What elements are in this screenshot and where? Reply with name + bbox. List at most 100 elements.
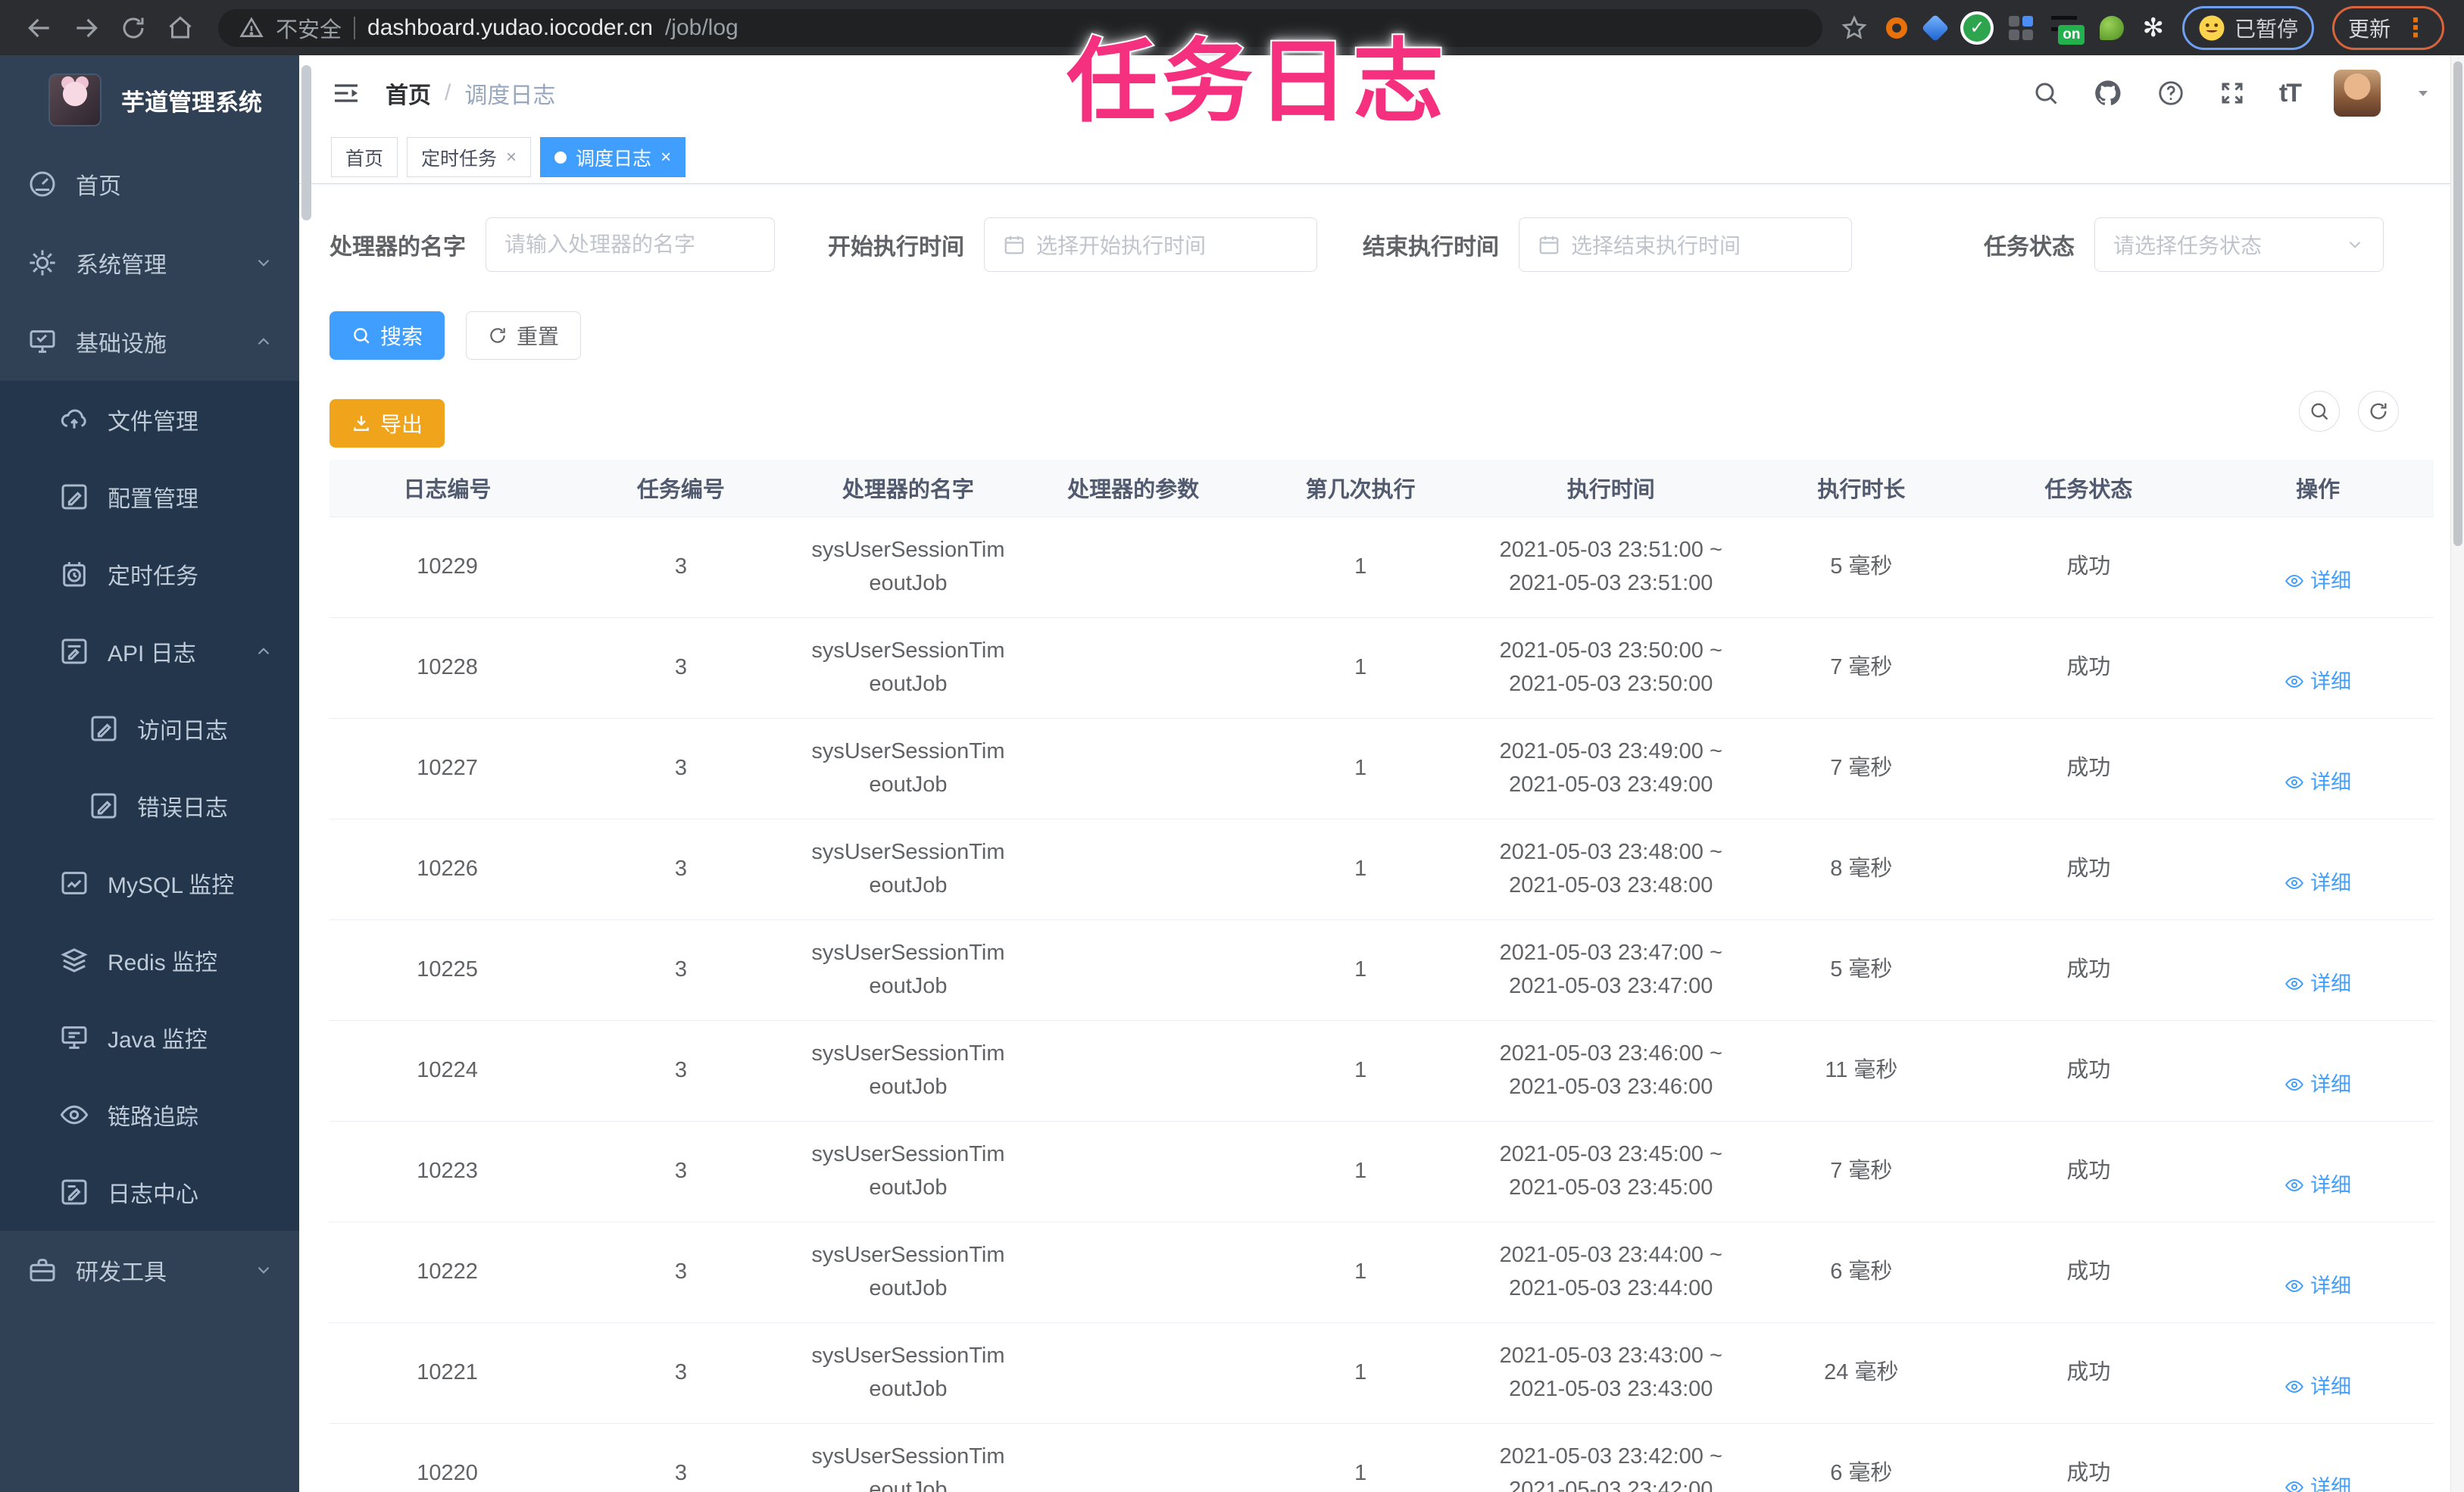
fullscreen-icon[interactable] (2219, 80, 2246, 107)
export-button[interactable]: 导出 (329, 399, 445, 448)
table-toolbar: 导出 (329, 399, 2434, 448)
extension-orange-icon[interactable] (1886, 17, 1908, 39)
cell-job-id: 3 (565, 1322, 797, 1424)
cell-count: 1 (1247, 517, 1475, 618)
extension-grid-icon[interactable] (2009, 15, 2034, 40)
select-placeholder: 请选择任务状态 (2113, 234, 2263, 258)
col-status: 任务状态 (1975, 460, 2203, 517)
sidebar-item-label: 访问日志 (137, 719, 228, 744)
cell-time: 2021-05-03 23:45:00 ~ 2021-05-03 23:45:0… (1474, 1121, 1748, 1222)
sidebar-item-api-log[interactable]: API 日志 (0, 613, 299, 690)
cell-status: 成功 (1975, 1423, 2203, 1492)
reload-icon[interactable] (114, 8, 153, 48)
not-secure-warning-icon (239, 16, 264, 40)
caret-down-icon[interactable] (2414, 84, 2432, 102)
back-icon[interactable] (20, 8, 59, 48)
cell-param (1020, 819, 1248, 920)
search-icon[interactable] (2032, 80, 2060, 107)
extension-on-icon[interactable]: on (2051, 14, 2085, 45)
handler-name-field[interactable] (504, 233, 756, 257)
detail-link[interactable]: 详细 (2284, 666, 2351, 698)
extension-gem-icon[interactable] (1922, 14, 1950, 42)
search-button[interactable]: 搜索 (329, 311, 445, 360)
calendar-icon (1538, 233, 1560, 256)
detail-link[interactable]: 详细 (2284, 566, 2351, 597)
tab-job-log[interactable]: 调度日志 × (540, 137, 686, 177)
cell-handler: sysUserSessionTim eoutJob (796, 919, 1020, 1021)
layers-icon (59, 945, 89, 975)
detail-link[interactable]: 详细 (2284, 1271, 2351, 1302)
handler-name-input[interactable] (486, 217, 775, 272)
show-search-toggle-button[interactable] (2299, 391, 2340, 432)
home-icon[interactable] (161, 8, 200, 48)
sidebar-item-mysql[interactable]: MySQL 监控 (0, 844, 299, 922)
detail-link[interactable]: 详细 (2284, 868, 2351, 899)
sidebar-item-java[interactable]: Java 监控 (0, 999, 299, 1076)
sidebar-item-job[interactable]: 定时任务 (0, 535, 299, 613)
begin-time-picker[interactable]: 选择开始执行时间 (984, 217, 1317, 272)
chevron-down-icon (254, 1260, 273, 1280)
user-avatar[interactable] (2334, 70, 2381, 117)
extension-check-icon[interactable]: ✓ (1963, 14, 1991, 42)
sidebar-item-log-center[interactable]: 日志中心 (0, 1153, 299, 1231)
toolbox-icon (27, 1255, 58, 1285)
sidebar-scrollbar-thumb[interactable] (301, 65, 311, 220)
detail-link[interactable]: 详细 (2284, 1170, 2351, 1201)
cell-handler: sysUserSessionTim eoutJob (796, 1222, 1020, 1323)
extension-flower-icon[interactable]: ✻ (2142, 15, 2164, 41)
filter-end-time: 结束执行时间 选择结束执行时间 (1363, 217, 1852, 272)
cell-time: 2021-05-03 23:49:00 ~ 2021-05-03 23:49:0… (1474, 718, 1748, 819)
tab-home[interactable]: 首页 (331, 137, 398, 177)
sidebar-item-label: Java 监控 (108, 1028, 208, 1053)
browser-menu-icon[interactable]: ⋮ (2403, 15, 2428, 41)
detail-link[interactable]: 详细 (2284, 1472, 2351, 1492)
sidebar-item-redis[interactable]: Redis 监控 (0, 922, 299, 999)
detail-link[interactable]: 详细 (2284, 1069, 2351, 1100)
close-icon[interactable]: × (506, 147, 517, 168)
detail-link[interactable]: 详细 (2284, 767, 2351, 798)
font-size-icon[interactable]: tT (2279, 79, 2302, 108)
eye-icon (2285, 575, 2304, 588)
chevron-up-icon (254, 332, 273, 351)
sidebar-item-devtools[interactable]: 研发工具 (0, 1231, 299, 1309)
refresh-button[interactable] (2358, 391, 2399, 432)
breadcrumb-separator: / (445, 80, 451, 105)
cell-handler: sysUserSessionTim eoutJob (796, 617, 1020, 719)
paused-extension-chip[interactable]: 已暂停 (2181, 5, 2314, 50)
close-icon[interactable]: × (661, 147, 671, 168)
sidebar-item-config[interactable]: 配置管理 (0, 458, 299, 535)
help-icon[interactable] (2156, 79, 2185, 108)
page-scrollbar-thumb[interactable] (2453, 61, 2462, 546)
cell-action: 详细 (2202, 617, 2434, 719)
sidebar-item-infra[interactable]: 基础设施 (0, 302, 299, 381)
app-logo-row[interactable]: 芋道管理系统 (0, 55, 299, 145)
detail-link[interactable]: 详细 (2284, 969, 2351, 1000)
sidebar-item-file[interactable]: 文件管理 (0, 381, 299, 458)
bookmark-star-icon[interactable] (1841, 14, 1868, 42)
detail-link[interactable]: 详细 (2284, 1372, 2351, 1403)
breadcrumb-home[interactable]: 首页 (386, 76, 431, 110)
end-time-picker[interactable]: 选择结束执行时间 (1519, 217, 1852, 272)
sidebar-item-error-log[interactable]: 错误日志 (0, 767, 299, 844)
status-select[interactable]: 请选择任务状态 (2094, 217, 2384, 272)
update-button[interactable]: 更新 ⋮ (2331, 5, 2444, 50)
cell-time: 2021-05-03 23:42:00 ~ 2021-05-03 23:42:0… (1474, 1423, 1748, 1492)
sidebar-item-system[interactable]: 系统管理 (0, 223, 299, 302)
sidebar-item-access-log[interactable]: 访问日志 (0, 690, 299, 767)
forward-icon[interactable] (67, 8, 106, 48)
cell-log-id: 10224 (329, 1020, 566, 1122)
breadcrumb: 首页 / 调度日志 (386, 76, 555, 110)
reset-button[interactable]: 重置 (466, 311, 582, 360)
cell-job-id: 3 (565, 1121, 797, 1222)
cell-log-id: 10229 (329, 517, 566, 618)
github-icon[interactable] (2093, 78, 2123, 108)
address-bar[interactable]: 不安全 dashboard.yudao.iocoder.cn /job/log (218, 8, 1823, 47)
page-scrollbar[interactable] (2450, 55, 2464, 1492)
sidebar-item-trace[interactable]: 链路追踪 (0, 1076, 299, 1153)
hamburger-icon[interactable] (331, 80, 361, 107)
tab-timed-task[interactable]: 定时任务 × (407, 137, 532, 177)
extension-leaf-icon[interactable] (2100, 15, 2125, 40)
cell-job-id: 3 (565, 718, 797, 819)
sidebar-item-home[interactable]: 首页 (0, 145, 299, 223)
cell-action: 详细 (2202, 819, 2434, 920)
